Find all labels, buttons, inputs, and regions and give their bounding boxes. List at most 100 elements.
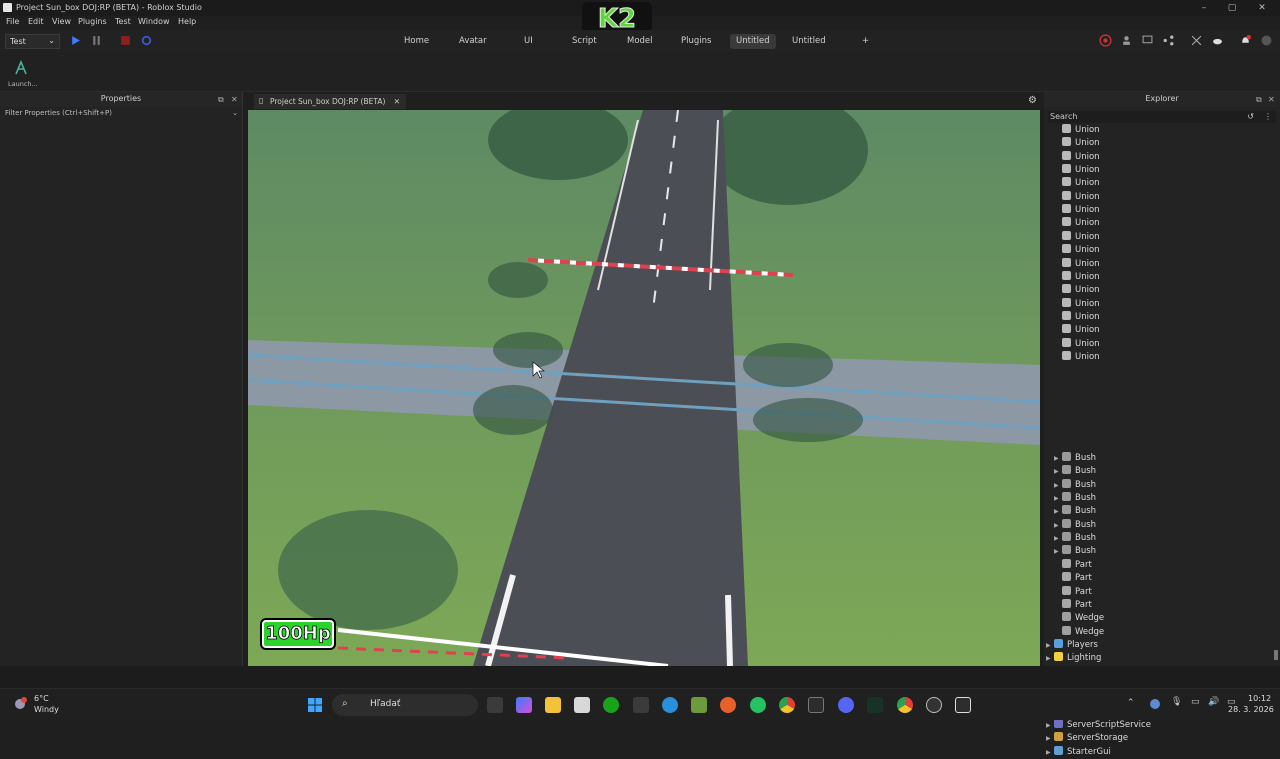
tree-item-part[interactable]: Part	[1054, 558, 1092, 572]
tree-item-union[interactable]: Union	[1054, 150, 1100, 164]
menu-edit[interactable]: Edit	[28, 17, 44, 26]
menu-view[interactable]: View	[52, 17, 71, 26]
tree-item-part[interactable]: Part	[1054, 598, 1092, 612]
avatar[interactable]	[1261, 35, 1272, 46]
tree-item-bush[interactable]: ▶ Bush	[1054, 505, 1096, 518]
undock-icon[interactable]: ⧉	[1256, 95, 1262, 105]
expand-arrow-icon[interactable]: ▶	[1054, 452, 1062, 465]
3d-viewport[interactable]: 100Hp	[248, 110, 1040, 666]
tree-item-union[interactable]: Union	[1054, 270, 1100, 284]
tree-item-wedge[interactable]: Wedge	[1054, 612, 1104, 625]
minecraft-icon[interactable]	[691, 697, 707, 713]
collaborate-icon[interactable]	[1191, 35, 1202, 46]
tree-item-service[interactable]: ▶ StarterGui	[1046, 745, 1111, 759]
windows-start-icon[interactable]	[307, 697, 323, 713]
tree-item-service[interactable]: ▶ Players	[1046, 638, 1098, 652]
tree-item-service[interactable]: ▶ ServerScriptService	[1046, 719, 1151, 732]
speaker-icon[interactable]: 🔊	[1208, 697, 1219, 707]
tree-item-union[interactable]: Union	[1054, 297, 1100, 311]
team-test-icon[interactable]	[1121, 35, 1132, 46]
tree-item-union[interactable]: Union	[1054, 204, 1100, 217]
close-tab-icon[interactable]: ✕	[394, 97, 400, 106]
edge-icon[interactable]	[662, 697, 678, 713]
expand-arrow-icon[interactable]: ▶	[1054, 519, 1062, 532]
expand-arrow-icon[interactable]: ▶	[1046, 639, 1054, 652]
app-icon[interactable]	[867, 697, 883, 713]
tree-item-union[interactable]: Union	[1054, 244, 1100, 257]
tree-item-part[interactable]: Part	[1054, 585, 1092, 599]
settings-icon[interactable]	[141, 35, 152, 46]
expand-arrow-icon[interactable]: ▶	[1046, 652, 1054, 665]
tree-item-union[interactable]: Union	[1054, 217, 1100, 230]
launch-label[interactable]: Launch...	[8, 80, 38, 88]
play-icon[interactable]	[70, 35, 81, 46]
tree-item-union[interactable]: Union	[1054, 190, 1100, 204]
store-icon[interactable]	[574, 697, 590, 713]
microphone-icon[interactable]: 🎙	[1171, 697, 1182, 707]
tree-item-union[interactable]: Union	[1054, 350, 1100, 364]
terminal-icon[interactable]	[633, 697, 649, 713]
tree-item-union[interactable]: Union	[1054, 137, 1100, 150]
tab-plugins[interactable]: Plugins	[675, 34, 717, 49]
tab-untitled-active[interactable]: Untitled	[730, 34, 776, 49]
share-icon[interactable]	[1163, 35, 1174, 46]
taskbar-search-input[interactable]: ⌕ Hľadať	[332, 694, 478, 716]
discord-icon[interactable]	[838, 697, 854, 713]
tree-item-bush[interactable]: ▶ Bush	[1054, 478, 1096, 492]
close-panel-icon[interactable]: ✕	[231, 95, 238, 104]
add-tab-button[interactable]: +	[856, 34, 875, 49]
tree-item-bush[interactable]: ▶ Bush	[1054, 465, 1096, 478]
record-icon[interactable]	[1099, 34, 1112, 47]
tree-item-bush[interactable]: ▶ Bush	[1054, 492, 1096, 505]
expand-arrow-icon[interactable]: ▶	[1054, 492, 1062, 505]
tree-item-service[interactable]: ▶ Lighting	[1046, 652, 1101, 665]
file-explorer-icon[interactable]	[545, 697, 561, 713]
tree-item-part[interactable]: Part	[1054, 572, 1092, 585]
obs-icon[interactable]	[926, 697, 942, 713]
tree-item-bush[interactable]: ▶ Bush	[1054, 518, 1096, 532]
chrome-icon[interactable]	[779, 697, 795, 713]
onedrive-icon[interactable]	[1150, 699, 1160, 709]
cloud-icon[interactable]	[1212, 35, 1223, 46]
expand-arrow-icon[interactable]: ▶	[1054, 545, 1062, 558]
clock-date[interactable]: 28. 3. 2026	[1228, 705, 1274, 714]
expand-arrow-icon[interactable]: ▶	[1054, 532, 1062, 545]
maximize-icon[interactable]: ▢	[1226, 2, 1238, 14]
tab-home[interactable]: Home	[398, 34, 435, 49]
tree-item-union[interactable]: Union	[1054, 324, 1100, 337]
close-panel-icon[interactable]: ✕	[1268, 95, 1275, 104]
chevron-up-icon[interactable]: ⌃	[1127, 698, 1135, 708]
menu-help[interactable]: Help	[178, 17, 196, 26]
tab-untitled[interactable]: Untitled	[786, 34, 832, 49]
close-icon[interactable]: ✕	[1256, 2, 1268, 14]
tab-script[interactable]: Script	[566, 34, 603, 49]
menu-file[interactable]: File	[6, 17, 19, 26]
tree-item-union[interactable]: Union	[1054, 230, 1100, 244]
launch-icon[interactable]	[13, 60, 29, 76]
tree-item-union[interactable]: Union	[1054, 257, 1100, 271]
doc-tab[interactable]: ▯ Project Sun_box DOJ:RP (BETA) ✕	[254, 94, 407, 109]
whatsapp-icon[interactable]	[750, 697, 766, 713]
minimize-icon[interactable]: –	[1198, 2, 1210, 14]
tree-item-union[interactable]: Union	[1054, 164, 1100, 177]
gear-icon[interactable]: ⚙	[1028, 95, 1037, 106]
tab-ui[interactable]: UI	[518, 34, 539, 49]
copilot-icon[interactable]	[516, 697, 532, 713]
expand-arrow-icon[interactable]: ▶	[1046, 719, 1054, 732]
tree-item-bush[interactable]: ▶ Bush	[1054, 545, 1096, 558]
chat-icon[interactable]	[1142, 35, 1153, 46]
tree-item-bush[interactable]: ▶ Bush	[1054, 452, 1096, 465]
expand-arrow-icon[interactable]: ▶	[1046, 732, 1054, 745]
tree-item-union[interactable]: Union	[1054, 310, 1100, 324]
expand-arrow-icon[interactable]: ▶	[1054, 465, 1062, 478]
clock-time[interactable]: 10:12	[1248, 694, 1271, 703]
undock-icon[interactable]: ⧉	[218, 95, 224, 105]
tree-item-bush[interactable]: ▶ Bush	[1054, 532, 1096, 545]
menu-plugins[interactable]: Plugins	[78, 17, 107, 26]
explorer-search-input[interactable]: Search ↺ ⋮	[1048, 111, 1276, 123]
expand-arrow-icon[interactable]: ▶	[1046, 746, 1054, 759]
tab-model[interactable]: Model	[621, 34, 659, 49]
tree-item-union[interactable]: Union	[1054, 337, 1100, 351]
mode-dropdown[interactable]: Test ⌄	[5, 34, 60, 49]
notification-bell-icon[interactable]	[1240, 35, 1251, 46]
